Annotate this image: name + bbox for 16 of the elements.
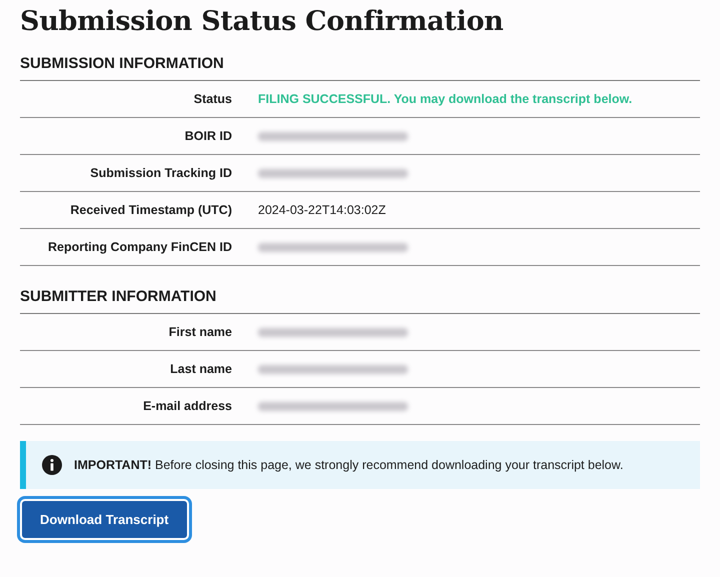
alert-message: IMPORTANT! Before closing this page, we strongly recommend downloading your transcript below. [74, 458, 624, 472]
field-label: E-mail address [142, 399, 232, 413]
field-label: Last name [169, 362, 232, 376]
section-heading: SUBMISSION INFORMATION [20, 55, 225, 72]
field-label: Reporting Company FinCEN ID [46, 240, 232, 254]
info-icon [42, 455, 62, 475]
field-label: First name [168, 325, 232, 339]
status-message: FILING SUCCESSFUL. You may download the transcript below. [258, 92, 632, 106]
field-label: Status [192, 92, 232, 106]
section-heading: SUBMITTER INFORMATION [20, 288, 218, 305]
download-transcript-button[interactable]: Download Transcript [20, 499, 189, 540]
field-value: 2024-03-22T14:03:02Z [258, 203, 386, 217]
field-label: Received Timestamp (UTC) [69, 203, 232, 217]
field-label: BOIR ID [184, 129, 232, 143]
page-title: Submission Status Confirmation [20, 6, 504, 37]
field-label: Submission Tracking ID [89, 166, 232, 180]
